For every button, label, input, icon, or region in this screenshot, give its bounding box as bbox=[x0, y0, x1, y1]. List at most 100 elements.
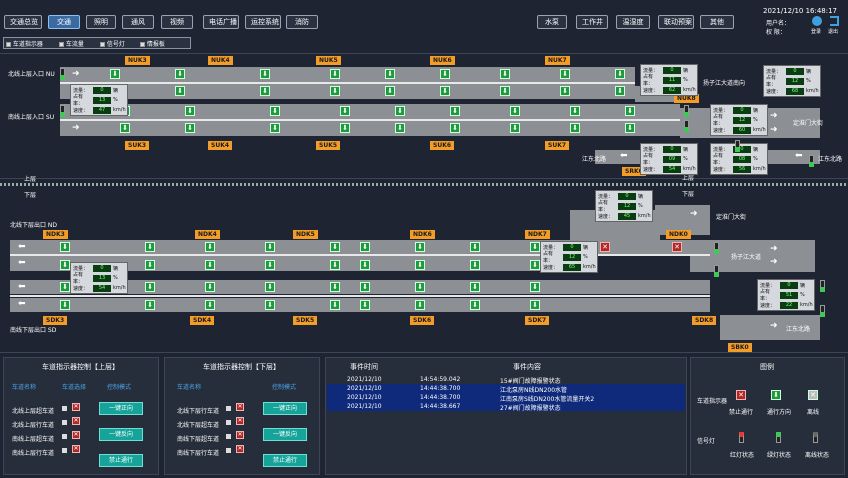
lane-signal-nd2[interactable]: ⬇ bbox=[360, 260, 370, 270]
lane-signal-nd2[interactable]: ⬇ bbox=[415, 260, 425, 270]
lane-signal-su1[interactable]: ⬇ bbox=[395, 106, 405, 116]
lane-signal-nu1[interactable]: ⬇ bbox=[175, 69, 185, 79]
lane-signal-nu2[interactable]: ⬇ bbox=[500, 86, 510, 96]
lower-btn-2[interactable]: 禁止通行 bbox=[263, 454, 307, 467]
lane-signal-su2[interactable]: ⬇ bbox=[450, 123, 460, 133]
lane-signal-nu1[interactable]: ⬇ bbox=[615, 69, 625, 79]
nav-7[interactable]: 消防 bbox=[286, 15, 318, 29]
lane-signal-sd2[interactable]: ⬇ bbox=[415, 300, 425, 310]
lane-checkbox[interactable] bbox=[226, 420, 231, 425]
nav-2[interactable]: 照明 bbox=[86, 15, 116, 29]
lane-signal-nd1[interactable]: ⬇ bbox=[330, 242, 340, 252]
lane-signal-sd1[interactable]: ⬇ bbox=[360, 282, 370, 292]
traffic-light[interactable] bbox=[714, 242, 719, 254]
layer-check-0[interactable]: 车道指示器 bbox=[6, 39, 43, 48]
traffic-light[interactable] bbox=[809, 155, 814, 167]
lane-signal-su2[interactable]: ⬇ bbox=[120, 123, 130, 133]
lane-signal-sd2[interactable]: ⬇ bbox=[205, 300, 215, 310]
lane-checkbox[interactable] bbox=[62, 406, 67, 411]
lane-signal-nd2[interactable]: ⬇ bbox=[60, 260, 70, 270]
lane-signal-su2[interactable]: ⬇ bbox=[185, 123, 195, 133]
lane-signal-sd2[interactable]: ⬇ bbox=[60, 300, 70, 310]
lane-signal-sd1[interactable]: ⬇ bbox=[145, 282, 155, 292]
lane-signal-sd2[interactable]: ⬇ bbox=[145, 300, 155, 310]
login-label[interactable]: 登录 bbox=[811, 28, 821, 35]
lane-signal-nd1[interactable]: ⬇ bbox=[415, 242, 425, 252]
lane-signal-sd2[interactable]: ⬇ bbox=[265, 300, 275, 310]
lane-signal-sd2[interactable]: ⬇ bbox=[530, 300, 540, 310]
lane-signal-su1[interactable]: ⬇ bbox=[185, 106, 195, 116]
nav-right-4[interactable]: 其他 bbox=[700, 15, 734, 29]
upper-btn-1[interactable]: 一键反向 bbox=[99, 428, 143, 441]
upper-btn-0[interactable]: 一键正向 bbox=[99, 402, 143, 415]
lane-signal-su1[interactable]: ⬇ bbox=[570, 106, 580, 116]
lane-signal-nu2[interactable]: ⬇ bbox=[615, 86, 625, 96]
lane-signal-nu1[interactable]: ⬇ bbox=[330, 69, 340, 79]
lane-signal-sd2[interactable]: ⬇ bbox=[470, 300, 480, 310]
logout-icon[interactable] bbox=[830, 16, 839, 26]
lane-signal-nu1[interactable]: ⬇ bbox=[110, 69, 120, 79]
lower-btn-1[interactable]: 一键反向 bbox=[263, 428, 307, 441]
nav-0[interactable]: 交通总览 bbox=[4, 15, 42, 29]
nav-right-3[interactable]: 联动预案 bbox=[658, 15, 694, 29]
nav-right-1[interactable]: 工作井 bbox=[576, 15, 608, 29]
lane-signal-nd2[interactable]: ⬇ bbox=[530, 260, 540, 270]
lane-signal-nd2[interactable]: ⬇ bbox=[265, 260, 275, 270]
lane-signal-nu2[interactable]: ⬇ bbox=[385, 86, 395, 96]
lane-checkbox[interactable] bbox=[62, 448, 67, 453]
lane-signal-su1[interactable]: ⬇ bbox=[510, 106, 520, 116]
layer-check-1[interactable]: 车流量 bbox=[59, 39, 84, 48]
lane-signal-nu2[interactable]: ⬇ bbox=[175, 86, 185, 96]
traffic-light[interactable] bbox=[60, 105, 65, 117]
traffic-light[interactable] bbox=[735, 140, 740, 152]
nav-6[interactable]: 运控系统 bbox=[245, 15, 281, 29]
nav-4[interactable]: 视频 bbox=[161, 15, 193, 29]
lane-signal-forbid-2[interactable]: ✕ bbox=[672, 242, 682, 252]
lane-signal-su1[interactable]: ⬇ bbox=[450, 106, 460, 116]
lane-signal-nd2[interactable]: ⬇ bbox=[205, 260, 215, 270]
traffic-light[interactable] bbox=[714, 265, 719, 277]
lane-signal-su1[interactable]: ⬇ bbox=[340, 106, 350, 116]
lane-signal-nd2[interactable]: ⬇ bbox=[470, 260, 480, 270]
lane-signal-nu1[interactable]: ⬇ bbox=[560, 69, 570, 79]
lane-checkbox[interactable] bbox=[62, 434, 67, 439]
lane-signal-nu1[interactable]: ⬇ bbox=[385, 69, 395, 79]
lane-signal-sd1[interactable]: ⬇ bbox=[265, 282, 275, 292]
lane-signal-sd2[interactable]: ⬇ bbox=[330, 300, 340, 310]
lane-signal-nd2[interactable]: ⬇ bbox=[145, 260, 155, 270]
lane-signal-forbid[interactable]: ✕ bbox=[600, 242, 610, 252]
lane-signal-nd1[interactable]: ⬇ bbox=[360, 242, 370, 252]
lower-btn-0[interactable]: 一键正向 bbox=[263, 402, 307, 415]
lane-signal-nd1[interactable]: ⬇ bbox=[470, 242, 480, 252]
traffic-light[interactable] bbox=[684, 120, 689, 132]
nav-right-0[interactable]: 水泵 bbox=[537, 15, 567, 29]
layer-check-3[interactable]: 情报板 bbox=[140, 39, 165, 48]
lane-signal-su1[interactable]: ⬇ bbox=[625, 106, 635, 116]
lane-signal-sd2[interactable]: ⬇ bbox=[360, 300, 370, 310]
lane-signal-nu2[interactable]: ⬇ bbox=[260, 86, 270, 96]
lane-signal-nd1[interactable]: ⬇ bbox=[145, 242, 155, 252]
traffic-light[interactable] bbox=[60, 68, 65, 80]
lane-signal-su2[interactable]: ⬇ bbox=[340, 123, 350, 133]
lane-signal-su2[interactable]: ⬇ bbox=[625, 123, 635, 133]
lane-signal-su2[interactable]: ⬇ bbox=[270, 123, 280, 133]
lane-signal-nd2[interactable]: ⬇ bbox=[330, 260, 340, 270]
lane-checkbox[interactable] bbox=[226, 434, 231, 439]
lane-signal-nu1[interactable]: ⬇ bbox=[260, 69, 270, 79]
nav-5[interactable]: 电话广播 bbox=[203, 15, 239, 29]
lane-checkbox[interactable] bbox=[226, 406, 231, 411]
lane-signal-nu1[interactable]: ⬇ bbox=[440, 69, 450, 79]
lane-checkbox[interactable] bbox=[62, 420, 67, 425]
lane-signal-nd1[interactable]: ⬇ bbox=[530, 242, 540, 252]
lane-signal-nu2[interactable]: ⬇ bbox=[560, 86, 570, 96]
traffic-light[interactable] bbox=[820, 305, 825, 317]
lane-signal-nu1[interactable]: ⬇ bbox=[500, 69, 510, 79]
upper-btn-2[interactable]: 禁止通行 bbox=[99, 454, 143, 467]
layer-check-2[interactable]: 信号灯 bbox=[100, 39, 125, 48]
lane-signal-su2[interactable]: ⬇ bbox=[510, 123, 520, 133]
lane-signal-su1[interactable]: ⬇ bbox=[270, 106, 280, 116]
user-icon[interactable] bbox=[812, 16, 822, 26]
lane-signal-sd1[interactable]: ⬇ bbox=[470, 282, 480, 292]
lane-signal-sd1[interactable]: ⬇ bbox=[530, 282, 540, 292]
lane-signal-nd1[interactable]: ⬇ bbox=[60, 242, 70, 252]
